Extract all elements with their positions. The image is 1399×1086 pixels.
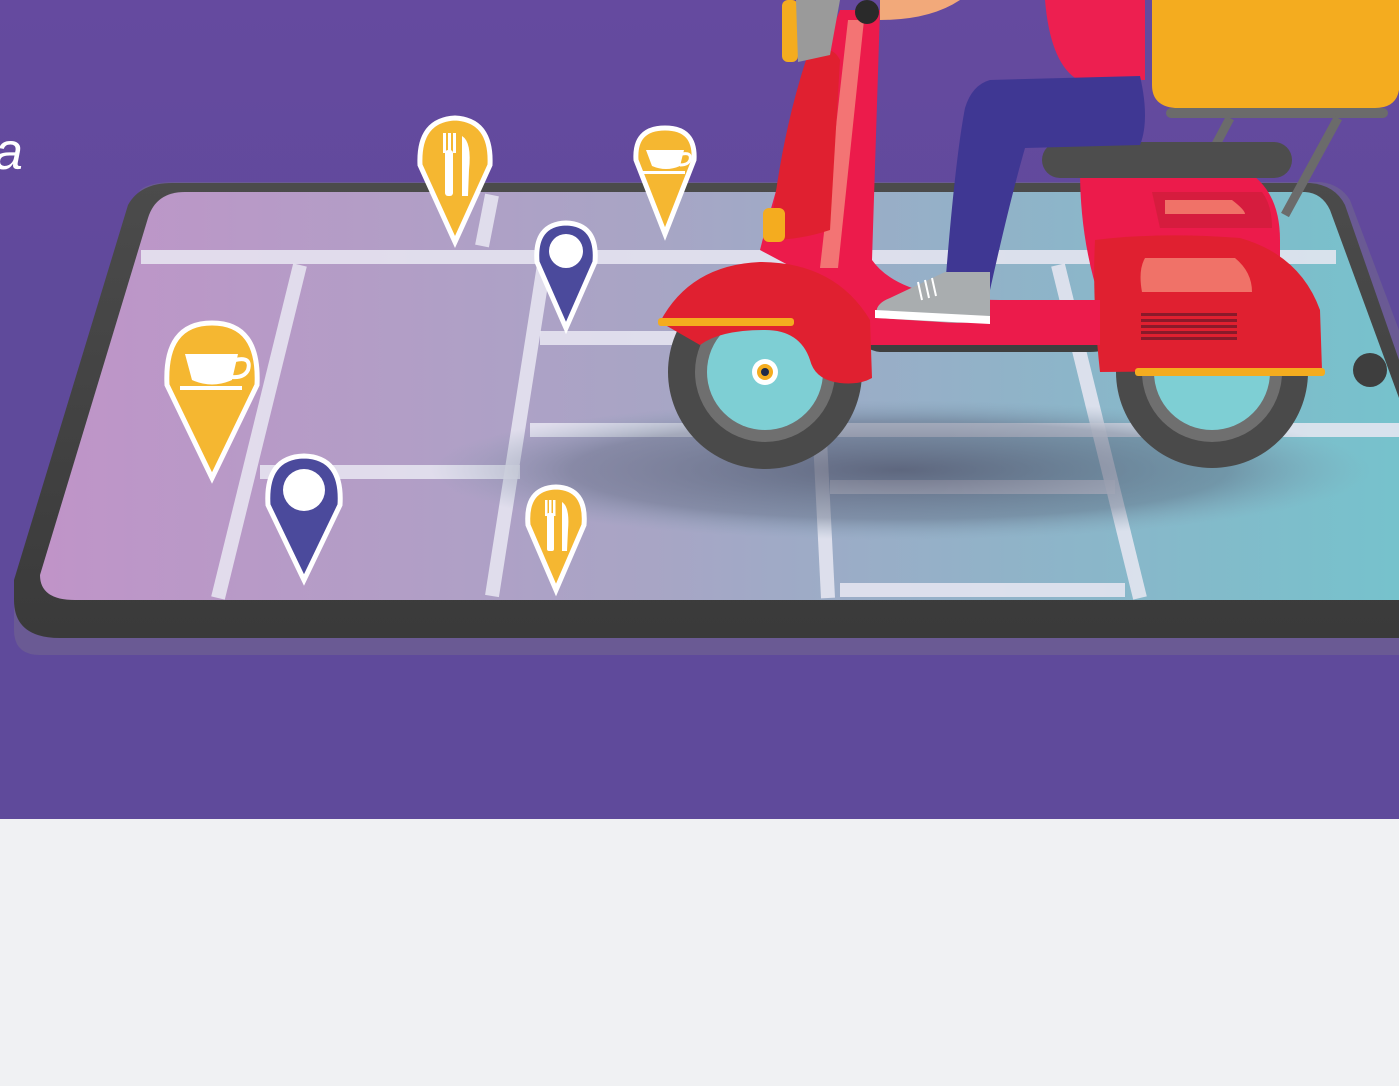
- scooter-seat: [1042, 142, 1292, 178]
- hero-banner: a: [0, 0, 1399, 819]
- location-icon: [283, 469, 325, 511]
- lower-section: [0, 819, 1399, 1086]
- phone-camera: [1353, 353, 1387, 387]
- delivery-illustration: [14, 0, 1399, 655]
- location-icon: [549, 234, 583, 268]
- delivery-box: [1152, 0, 1399, 108]
